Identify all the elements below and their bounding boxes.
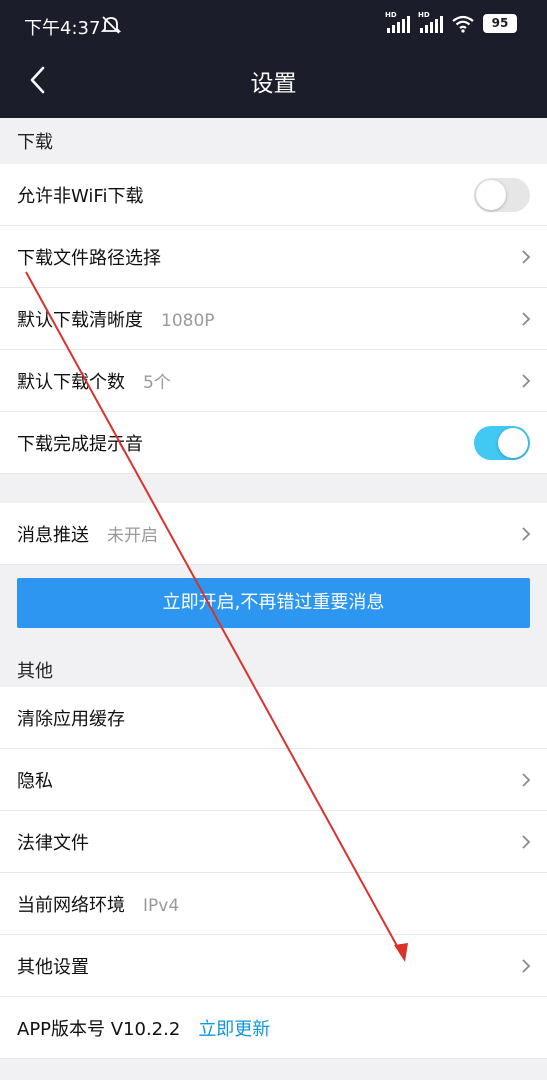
row-legal-documents[interactable]: 法律文件 — [0, 811, 547, 873]
app-header: 下午4:37 HD HD 95 设置 — [0, 0, 547, 118]
row-value: 1080P — [161, 310, 215, 331]
row-label: 下载完成提示音 — [17, 433, 143, 455]
chevron-right-icon — [522, 958, 531, 973]
status-icons: HD HD 95 — [385, 11, 517, 33]
row-push-notifications[interactable]: 消息推送 未开启 — [0, 503, 547, 565]
battery-icon: 95 — [483, 14, 517, 33]
wifi-icon — [452, 15, 474, 33]
hd-tag: HD — [418, 10, 430, 19]
row-label-text: APP版本号 V10.2.2 — [17, 1018, 181, 1040]
signal-icon: HD — [418, 11, 443, 33]
row-label: 隐私 — [17, 770, 53, 792]
settings-screen: 下午4:37 HD HD 95 设置 下载 允许非WiFi下载 下载文件路径选择… — [0, 0, 547, 1080]
row-label: 下载文件路径选择 — [17, 247, 161, 269]
toggle-knob — [498, 427, 528, 458]
row-label: 默认下载清晰度 1080P — [17, 306, 215, 332]
row-network-environment: 当前网络环境 IPv4 — [0, 873, 547, 935]
row-default-count[interactable]: 默认下载个数 5个 — [0, 350, 547, 412]
row-label: 法律文件 — [17, 832, 89, 854]
allow-non-wifi-toggle[interactable] — [474, 177, 530, 212]
row-allow-non-wifi-download[interactable]: 允许非WiFi下载 — [0, 164, 547, 226]
row-app-version: APP版本号 V10.2.2 立即更新 — [0, 997, 547, 1059]
row-label-text: 当前网络环境 — [17, 894, 125, 916]
toggle-knob — [476, 179, 506, 210]
chevron-right-icon — [522, 373, 531, 388]
enable-push-button[interactable]: 立即开启,不再错过重要消息 — [17, 578, 530, 628]
row-label: 其他设置 — [17, 956, 89, 978]
row-value: 未开启 — [107, 525, 158, 546]
row-default-quality[interactable]: 默认下载清晰度 1080P — [0, 288, 547, 350]
row-clear-cache[interactable]: 清除应用缓存 — [0, 687, 547, 749]
section-title: 下载 — [17, 132, 53, 153]
row-value: IPv4 — [143, 895, 180, 916]
row-label: 默认下载个数 5个 — [17, 368, 171, 394]
row-other-settings[interactable]: 其他设置 — [0, 935, 547, 997]
row-value: 5个 — [143, 372, 171, 393]
chevron-right-icon — [522, 834, 531, 849]
chevron-right-icon — [522, 249, 531, 264]
row-label: 清除应用缓存 — [17, 708, 125, 730]
finish-sound-toggle[interactable] — [474, 425, 530, 460]
status-time: 下午4:37 — [24, 18, 101, 39]
row-label: 消息推送 未开启 — [17, 521, 158, 547]
signal-icon: HD — [385, 11, 410, 33]
row-privacy[interactable]: 隐私 — [0, 749, 547, 811]
update-now-link[interactable]: 立即更新 — [198, 1019, 270, 1040]
push-cta-area: 立即开启,不再错过重要消息 — [0, 565, 547, 647]
row-download-path[interactable]: 下载文件路径选择 — [0, 226, 547, 288]
chevron-right-icon — [522, 311, 531, 326]
hd-tag: HD — [385, 10, 397, 19]
section-title: 其他 — [17, 661, 53, 682]
chevron-right-icon — [522, 526, 531, 541]
mute-icon — [100, 16, 122, 34]
page-title: 设置 — [250, 71, 297, 97]
row-label-text: 默认下载清晰度 — [17, 309, 143, 331]
row-finish-sound[interactable]: 下载完成提示音 — [0, 412, 547, 474]
row-label-text: 消息推送 — [17, 524, 89, 546]
row-label-text: 默认下载个数 — [17, 371, 125, 393]
row-label: 允许非WiFi下载 — [17, 185, 144, 207]
row-label: 当前网络环境 IPv4 — [17, 891, 179, 917]
row-label: APP版本号 V10.2.2 立即更新 — [17, 1015, 270, 1041]
chevron-right-icon — [522, 772, 531, 787]
section-header-download: 下载 — [0, 118, 547, 164]
